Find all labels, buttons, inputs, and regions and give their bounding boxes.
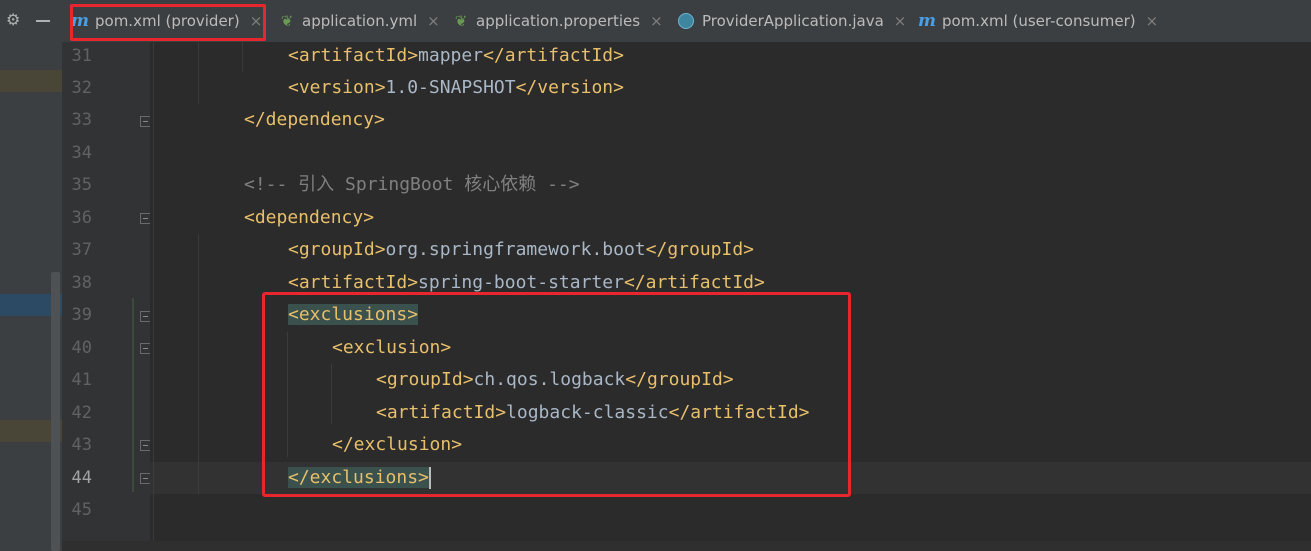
code-highlight-box xyxy=(262,292,851,497)
code-line: <!-- 引入 SpringBoot 核心依赖 --> xyxy=(244,169,580,201)
code-line: <artifactId>mapper</artifactId> xyxy=(288,42,624,72)
xml-tag: <artifactId> xyxy=(288,272,419,293)
tab-label: pom.xml (user-consumer) xyxy=(942,11,1136,30)
java-class-icon xyxy=(678,12,694,29)
indent-guide xyxy=(198,42,199,104)
gear-icon[interactable]: ⚙ xyxy=(6,11,24,29)
tab-application-properties[interactable]: ❦ application.properties × xyxy=(452,0,663,41)
line-number: 33 xyxy=(71,110,92,130)
tab-label: ProviderApplication.java xyxy=(702,11,884,30)
tab-application-yml[interactable]: ❦ application.yml × xyxy=(278,0,440,41)
code-line: </dependency> xyxy=(244,104,385,136)
code-line: <groupId>org.springframework.boot</group… xyxy=(288,234,754,266)
line-number: 32 xyxy=(71,78,92,98)
change-marker xyxy=(132,298,134,492)
xml-text: org.springframework.boot xyxy=(385,239,646,260)
line-number: 37 xyxy=(71,240,92,260)
code-line: <version>1.0-SNAPSHOT</version> xyxy=(288,72,624,104)
line-number-current: 44 xyxy=(71,468,92,488)
spring-leaf-icon: ❦ xyxy=(454,11,468,30)
xml-tag: </groupId> xyxy=(645,239,755,260)
line-number: 41 xyxy=(71,370,92,390)
xml-text: mapper xyxy=(418,45,484,66)
line-number: 36 xyxy=(71,208,92,228)
project-tree-row-highlight xyxy=(0,70,62,92)
tab-pom-user-consumer[interactable]: m pom.xml (user-consumer) × xyxy=(918,0,1158,41)
minimize-icon[interactable] xyxy=(36,20,50,22)
close-icon[interactable]: × xyxy=(650,12,663,30)
indent-guide xyxy=(153,42,154,551)
xml-tag: </dependency> xyxy=(244,109,385,130)
line-number: 34 xyxy=(71,143,92,163)
left-tool-strip: ⚙ xyxy=(0,0,62,551)
close-icon[interactable]: × xyxy=(894,12,907,30)
line-number: 31 xyxy=(71,46,92,66)
tab-provider-application-java[interactable]: ProviderApplication.java × xyxy=(678,0,906,41)
line-number: 39 xyxy=(71,305,92,325)
xml-comment: <!-- 引入 SpringBoot 核心依赖 --> xyxy=(244,174,580,195)
xml-tag: </artifactId> xyxy=(623,272,765,293)
xml-tag: <version> xyxy=(288,77,386,98)
tree-scrollbar[interactable] xyxy=(51,272,60,551)
xml-tag: <dependency> xyxy=(244,207,375,228)
close-icon[interactable]: × xyxy=(427,12,440,30)
line-number: 38 xyxy=(71,273,92,293)
xml-text: spring-boot-starter xyxy=(418,272,624,293)
line-number: 43 xyxy=(71,435,92,455)
spring-leaf-icon: ❦ xyxy=(280,11,294,30)
tab-highlight-box xyxy=(70,4,266,41)
horizontal-scrollbar[interactable] xyxy=(62,541,1311,551)
indent-guide xyxy=(242,42,243,72)
maven-icon: m xyxy=(918,10,936,31)
xml-text: 1.0-SNAPSHOT xyxy=(385,77,516,98)
code-line: <dependency> xyxy=(244,202,374,234)
xml-tag: <groupId> xyxy=(288,239,386,260)
indent-guide xyxy=(198,234,199,494)
line-number: 42 xyxy=(71,403,92,423)
xml-tag: </artifactId> xyxy=(483,45,624,66)
tab-label: application.properties xyxy=(476,11,641,30)
tab-label: application.yml xyxy=(302,11,418,30)
line-number: 35 xyxy=(71,175,92,195)
line-number: 45 xyxy=(71,500,92,520)
xml-tag: </version> xyxy=(515,77,624,98)
line-number-gutter[interactable]: 31 32 33 34 35 36 37 38 39 40 41 42 43 4… xyxy=(62,42,151,551)
line-number: 40 xyxy=(71,338,92,358)
xml-tag: <artifactId> xyxy=(288,45,419,66)
close-icon[interactable]: × xyxy=(1146,12,1159,30)
